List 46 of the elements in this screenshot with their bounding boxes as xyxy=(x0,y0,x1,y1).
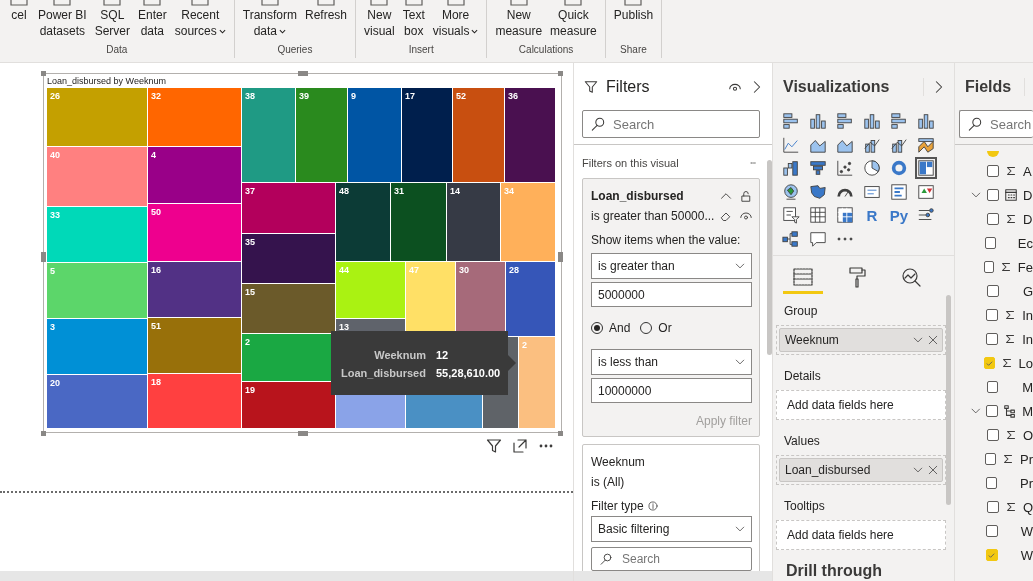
pane-title: Fields xyxy=(965,77,1025,96)
filter-field-name: Weeknum xyxy=(591,454,645,469)
well-label: Details xyxy=(784,369,822,384)
field-name: Lo xyxy=(1018,355,1033,371)
well-label: Group xyxy=(784,304,819,319)
group-label: Data xyxy=(106,44,128,57)
tooltip-label: Loan_disbursed xyxy=(341,367,426,379)
radio-label: Or xyxy=(658,321,672,335)
radio-label: And xyxy=(609,321,631,335)
visual-title: Loan_disbursed by Weeknum xyxy=(46,75,167,88)
filter-prompt: Show items when the value: xyxy=(591,233,742,247)
field-name: M xyxy=(1022,403,1033,419)
field-name: A xyxy=(1023,163,1032,179)
field-name: Ec xyxy=(1017,235,1033,251)
filter-summary: is (All) xyxy=(591,474,625,489)
field-name: Weeknum xyxy=(785,333,840,347)
section-heading: Drill through xyxy=(786,562,883,580)
tooltip-value: 55,28,610.00 xyxy=(435,367,501,379)
field-name: M xyxy=(1022,379,1033,395)
field-name: G xyxy=(1022,283,1033,299)
field-name: W xyxy=(1020,547,1033,563)
pane-title: Filters xyxy=(606,77,651,96)
filter-summary: is greater than 50000... xyxy=(591,208,715,223)
field-name: O xyxy=(1022,427,1033,443)
field-name: Pr xyxy=(1020,475,1033,491)
group-label: Share xyxy=(620,44,647,57)
tooltip-label: Weeknum xyxy=(373,349,426,361)
section-heading: Filters on this visual xyxy=(582,157,679,169)
filter-field-name: Loan_disbursed xyxy=(591,188,684,203)
well-label: Tooltips xyxy=(784,499,826,514)
field-name: Q xyxy=(1022,499,1033,515)
group-label: Calculations xyxy=(518,44,574,57)
field-name: Loan_disbursed xyxy=(785,463,872,477)
group-label: Queries xyxy=(277,44,313,57)
well-label: Values xyxy=(784,434,821,449)
filter-type-label: Filter type xyxy=(591,499,644,513)
field-name: Pr xyxy=(1020,451,1033,467)
field-name: In xyxy=(1022,307,1033,323)
group-label: Insert xyxy=(408,44,434,57)
pane-title: Visualizations xyxy=(783,77,924,96)
field-name: W xyxy=(1020,523,1033,539)
field-name: D xyxy=(1023,211,1033,227)
tooltip-value: 12 xyxy=(435,349,450,361)
field-name: In xyxy=(1022,331,1033,347)
field-name: D xyxy=(1023,187,1033,203)
field-name: Fe xyxy=(1017,259,1033,275)
